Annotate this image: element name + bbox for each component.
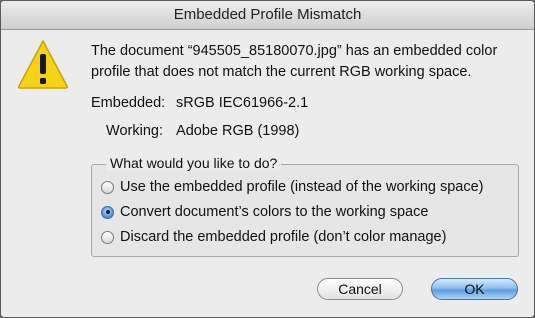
working-label: Working: — [106, 123, 163, 139]
radio-convert-colors[interactable] — [101, 205, 114, 219]
option-convert-colors[interactable]: Convert document’s colors to the working… — [101, 203, 428, 221]
option-use-embedded-label: Use the embedded profile (instead of the… — [120, 179, 484, 195]
ok-button[interactable]: OK — [431, 278, 518, 300]
embedded-value: sRGB IEC61966-2.1 — [176, 95, 309, 111]
radio-discard-profile[interactable] — [101, 230, 114, 244]
embedded-label: Embedded: — [91, 95, 166, 111]
working-space-row: Working: Adobe RGB (1998) — [91, 123, 299, 139]
dialog-title: Embedded Profile Mismatch — [1, 1, 534, 30]
cancel-button[interactable]: Cancel — [317, 278, 403, 300]
mismatch-message: The document “945505_85180070.jpg” has a… — [91, 43, 498, 80]
option-use-embedded[interactable]: Use the embedded profile (instead of the… — [101, 178, 484, 196]
option-discard-profile[interactable]: Discard the embedded profile (don’t colo… — [101, 228, 446, 246]
option-convert-colors-label: Convert document’s colors to the working… — [120, 204, 429, 220]
working-value: Adobe RGB (1998) — [176, 123, 300, 139]
options-legend: What would you like to do? — [106, 155, 282, 171]
warning-triangle-icon — [17, 40, 69, 89]
option-discard-profile-label: Discard the embedded profile (don’t colo… — [120, 229, 447, 245]
radio-use-embedded[interactable] — [101, 180, 114, 194]
embedded-profile-row: Embedded: sRGB IEC61966-2.1 — [91, 95, 308, 111]
embedded-profile-mismatch-dialog: Embedded Profile Mismatch The document “… — [0, 0, 535, 318]
